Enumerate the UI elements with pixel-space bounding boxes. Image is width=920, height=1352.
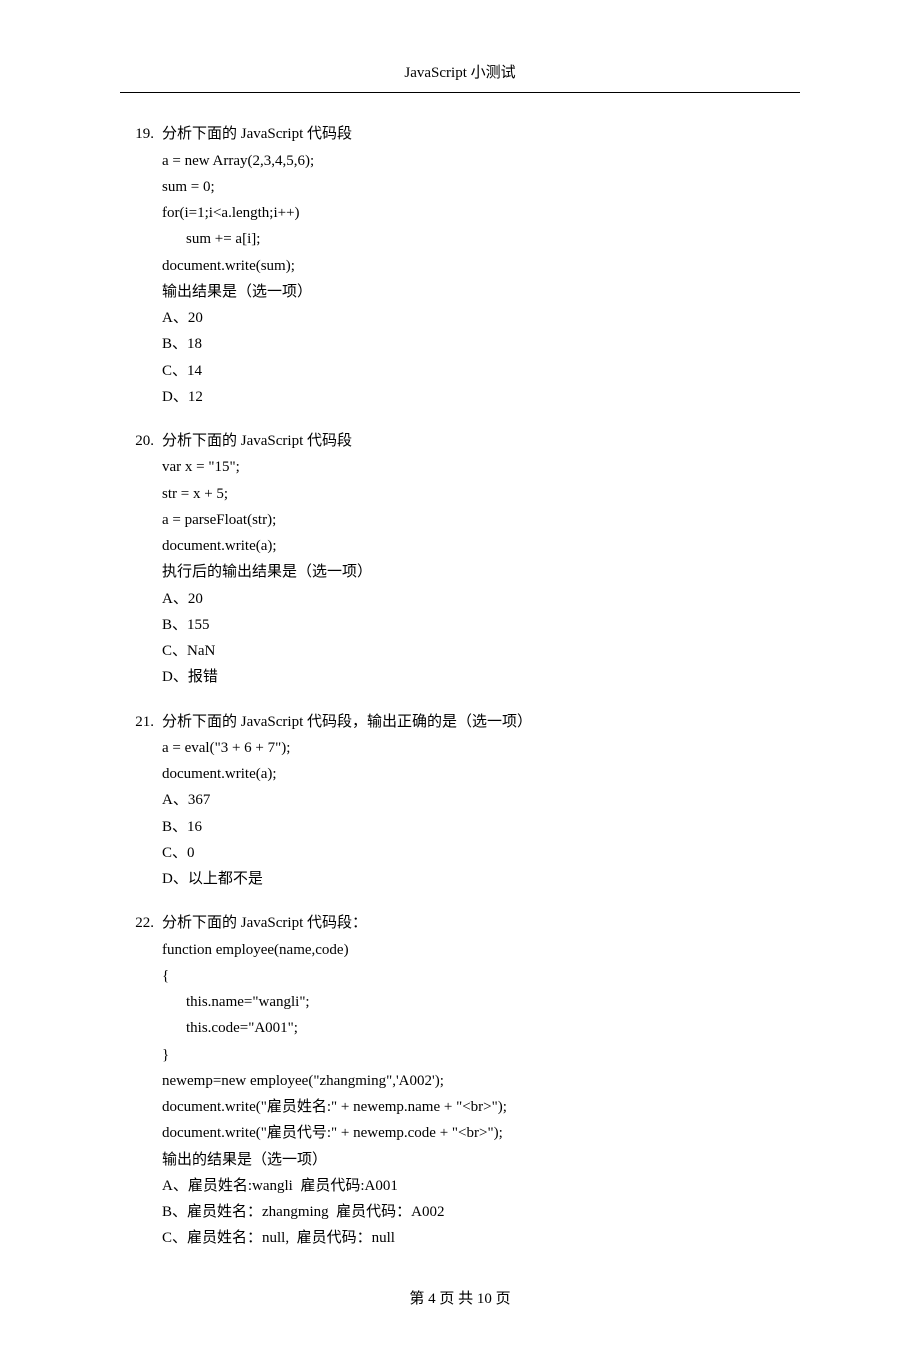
code-line: a = eval("3 + 6 + 7");	[162, 735, 800, 761]
option-b: B、18	[162, 331, 800, 357]
option-a: A、20	[162, 586, 800, 612]
option-c: C、雇员姓名：null, 雇员代码：null	[162, 1225, 800, 1251]
code-line: this.name="wangli";	[162, 989, 800, 1015]
option-d: D、12	[162, 384, 800, 410]
option-b: B、155	[162, 612, 800, 638]
question-20: 20. 分析下面的 JavaScript 代码段 var x = "15"; s…	[120, 428, 800, 691]
option-a: A、雇员姓名:wangli 雇员代码:A001	[162, 1173, 800, 1199]
code-line: 分析下面的 JavaScript 代码段	[162, 428, 800, 454]
code-line: sum += a[i];	[162, 226, 800, 252]
question-19: 19. 分析下面的 JavaScript 代码段 a = new Array(2…	[120, 121, 800, 410]
code-line: sum = 0;	[162, 174, 800, 200]
prompt-line: 执行后的输出结果是（选一项）	[162, 559, 800, 585]
prompt-line: 分析下面的 JavaScript 代码段：	[162, 910, 800, 936]
code-line: document.write("雇员代号:" + newemp.code + "…	[162, 1120, 800, 1146]
question-body: 分析下面的 JavaScript 代码段 a = new Array(2,3,4…	[162, 121, 800, 410]
prompt-line: 分析下面的 JavaScript 代码段，输出正确的是（选一项）	[162, 709, 800, 735]
code-line: for(i=1;i<a.length;i++)	[162, 200, 800, 226]
prompt-line: 输出结果是（选一项）	[162, 279, 800, 305]
code-line: newemp=new employee("zhangming",'A002');	[162, 1068, 800, 1094]
option-a: A、367	[162, 787, 800, 813]
code-line: a = parseFloat(str);	[162, 507, 800, 533]
option-b: B、16	[162, 814, 800, 840]
code-line: document.write(a);	[162, 761, 800, 787]
code-line: this.code="A001";	[162, 1015, 800, 1041]
question-number: 22.	[120, 910, 162, 1251]
option-d: D、以上都不是	[162, 866, 800, 892]
code-line: document.write(sum);	[162, 253, 800, 279]
code-line: 分析下面的 JavaScript 代码段	[162, 121, 800, 147]
question-body: 分析下面的 JavaScript 代码段 var x = "15"; str =…	[162, 428, 800, 691]
option-a: A、20	[162, 305, 800, 331]
code-line: a = new Array(2,3,4,5,6);	[162, 148, 800, 174]
code-line: document.write(a);	[162, 533, 800, 559]
option-c: C、0	[162, 840, 800, 866]
option-d: D、报错	[162, 664, 800, 690]
document-page: JavaScript 小测试 19. 分析下面的 JavaScript 代码段 …	[0, 0, 920, 1352]
page-header: JavaScript 小测试	[120, 60, 800, 93]
option-c: C、NaN	[162, 638, 800, 664]
code-line: {	[162, 963, 800, 989]
question-22: 22. 分析下面的 JavaScript 代码段： function emplo…	[120, 910, 800, 1251]
code-line: }	[162, 1042, 800, 1068]
code-line: str = x + 5;	[162, 481, 800, 507]
prompt-line: 输出的结果是（选一项）	[162, 1147, 800, 1173]
question-body: 分析下面的 JavaScript 代码段，输出正确的是（选一项） a = eva…	[162, 709, 800, 893]
question-21: 21. 分析下面的 JavaScript 代码段，输出正确的是（选一项） a =…	[120, 709, 800, 893]
question-body: 分析下面的 JavaScript 代码段： function employee(…	[162, 910, 800, 1251]
option-c: C、14	[162, 358, 800, 384]
option-b: B、雇员姓名：zhangming 雇员代码：A002	[162, 1199, 800, 1225]
question-number: 20.	[120, 428, 162, 691]
question-number: 21.	[120, 709, 162, 893]
code-line: document.write("雇员姓名:" + newemp.name + "…	[162, 1094, 800, 1120]
code-line: var x = "15";	[162, 454, 800, 480]
code-line: function employee(name,code)	[162, 937, 800, 963]
question-number: 19.	[120, 121, 162, 410]
page-footer: 第 4 页 共 10 页	[120, 1286, 800, 1312]
